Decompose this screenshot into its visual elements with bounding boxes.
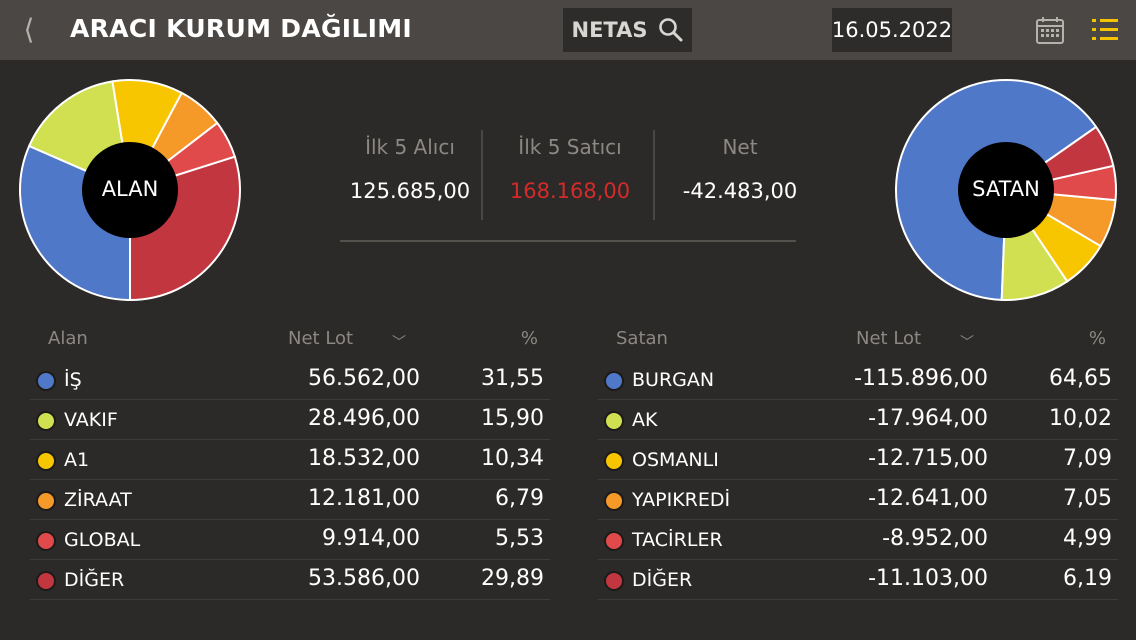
sellers-pie-label: SATAN [972,177,1040,201]
percent-value: 7,09 [1063,446,1112,471]
table-row[interactable]: OSMANLI -12.715,00 7,09 [598,440,1118,480]
net-lot-value: -12.641,00 [868,486,988,511]
table-row[interactable]: DİĞER -11.103,00 6,19 [598,560,1118,600]
net-summary: Net -42.483,00 [660,130,820,220]
sellers-rows: BURGAN -115.896,00 64,65 AK -17.964,00 10,02 O… [598,360,1118,600]
top-sellers-label: İlk 5 Satıcı [518,135,622,159]
broker-name: DİĞER [64,569,125,591]
table-row[interactable]: GLOBAL 9.914,00 5,53 [30,520,550,560]
broker-name: GLOBAL [64,529,141,551]
net-lot-value: 56.562,00 [308,366,420,391]
legend-color-dot [36,371,56,391]
net-label: Net [722,135,758,159]
percent-value: 64,65 [1049,366,1112,391]
search-icon [658,18,682,42]
legend-color-dot [36,531,56,551]
legend-color-dot [604,451,624,471]
legend-color-dot [36,411,56,431]
net-lot-value: -11.103,00 [868,566,988,591]
net-lot-value: 12.181,00 [308,486,420,511]
percent-value: 31,55 [481,366,544,391]
net-lot-value: 18.532,00 [308,446,420,471]
sellers-table-header: Satan Net Lot ﹀ % [598,320,1118,360]
top-sellers-summary: İlk 5 Satıcı 168.168,00 [490,130,650,220]
percent-value: 4,99 [1063,526,1112,551]
percent-value: 15,90 [481,406,544,431]
buyers-rows: İŞ 56.562,00 31,55 VAKIF 28.496,00 15,90 A1 18.… [30,360,550,600]
table-row[interactable]: İŞ 56.562,00 31,55 [30,360,550,400]
net-lot-value: -8.952,00 [882,526,988,551]
percent-value: 7,05 [1063,486,1112,511]
legend-color-dot [604,371,624,391]
col-header-percent[interactable]: % [1089,328,1106,349]
date-picker[interactable]: 16.05.2022 [832,8,952,52]
legend-color-dot [604,571,624,591]
chevron-down-icon[interactable]: ﹀ [392,332,406,352]
summary-divider [481,130,483,220]
broker-name: VAKIF [64,409,118,431]
sellers-table: Satan Net Lot ﹀ % BURGAN -115.896,00 64,65… [598,320,1118,600]
net-lot-value: -12.715,00 [868,446,988,471]
col-header-percent[interactable]: % [521,328,538,349]
buyers-pie-label: ALAN [101,177,159,201]
legend-color-dot [36,491,56,511]
table-row[interactable]: AK -17.964,00 10,02 [598,400,1118,440]
table-row[interactable]: A1 18.532,00 10,34 [30,440,550,480]
broker-name: TACİRLER [632,529,723,551]
summary-divider [653,130,655,220]
broker-name: BURGAN [632,369,715,391]
percent-value: 6,79 [495,486,544,511]
net-lot-value: -115.896,00 [854,366,988,391]
col-header-net-lot[interactable]: Net Lot [856,328,921,349]
percent-value: 10,34 [481,446,544,471]
net-value: -42.483,00 [682,179,798,203]
broker-name: DİĞER [632,569,693,591]
legend-color-dot [604,531,624,551]
chevron-left-icon[interactable]: ⟨ [18,14,40,46]
chevron-down-icon[interactable]: ﹀ [960,332,974,352]
buyers-table: Alan Net Lot ﹀ % İŞ 56.562,00 31,55 VAKIF 28… [30,320,550,600]
table-row[interactable]: DİĞER 53.586,00 29,89 [30,560,550,600]
broker-name: OSMANLI [632,449,719,471]
table-row[interactable]: YAPIKREDİ -12.641,00 7,05 [598,480,1118,520]
net-lot-value: 9.914,00 [322,526,420,551]
summary-underline [340,240,796,242]
top-buyers-value: 125.685,00 [349,179,471,203]
table-row[interactable]: ZİRAAT 12.181,00 6,79 [30,480,550,520]
percent-value: 6,19 [1063,566,1112,591]
summary-panel: İlk 5 Alıcı 125.685,00 İlk 5 Satıcı 168.… [330,130,810,220]
top-sellers-value: 168.168,00 [509,179,631,203]
top-buyers-label: İlk 5 Alıcı [365,135,455,159]
legend-color-dot [36,571,56,591]
calendar-icon[interactable] [1034,14,1066,46]
table-row[interactable]: VAKIF 28.496,00 15,90 [30,400,550,440]
symbol-search-button[interactable]: NETAS [563,8,692,52]
top-buyers-summary: İlk 5 Alıcı 125.685,00 [330,130,490,220]
broker-name: ZİRAAT [64,489,132,511]
percent-value: 10,02 [1049,406,1112,431]
symbol-text: NETAS [571,18,648,42]
buyers-table-header: Alan Net Lot ﹀ % [30,320,550,360]
top-bar: ⟨ ARACI KURUM DAĞILIMI NETAS 16.05.2022 [0,0,1136,60]
page-title: ARACI KURUM DAĞILIMI [70,14,412,43]
percent-value: 29,89 [481,566,544,591]
legend-color-dot [604,411,624,431]
legend-color-dot [604,491,624,511]
col-header-net-lot[interactable]: Net Lot [288,328,353,349]
list-icon[interactable] [1092,17,1118,43]
table-row[interactable]: TACİRLER -8.952,00 4,99 [598,520,1118,560]
table-row[interactable]: BURGAN -115.896,00 64,65 [598,360,1118,400]
percent-value: 5,53 [495,526,544,551]
broker-name: YAPIKREDİ [632,489,731,511]
net-lot-value: 53.586,00 [308,566,420,591]
broker-name: A1 [64,449,90,471]
col-header-name: Alan [48,328,88,349]
broker-name: AK [632,409,658,431]
net-lot-value: 28.496,00 [308,406,420,431]
broker-name: İŞ [64,369,82,391]
col-header-name: Satan [616,328,668,349]
net-lot-value: -17.964,00 [868,406,988,431]
legend-color-dot [36,451,56,471]
